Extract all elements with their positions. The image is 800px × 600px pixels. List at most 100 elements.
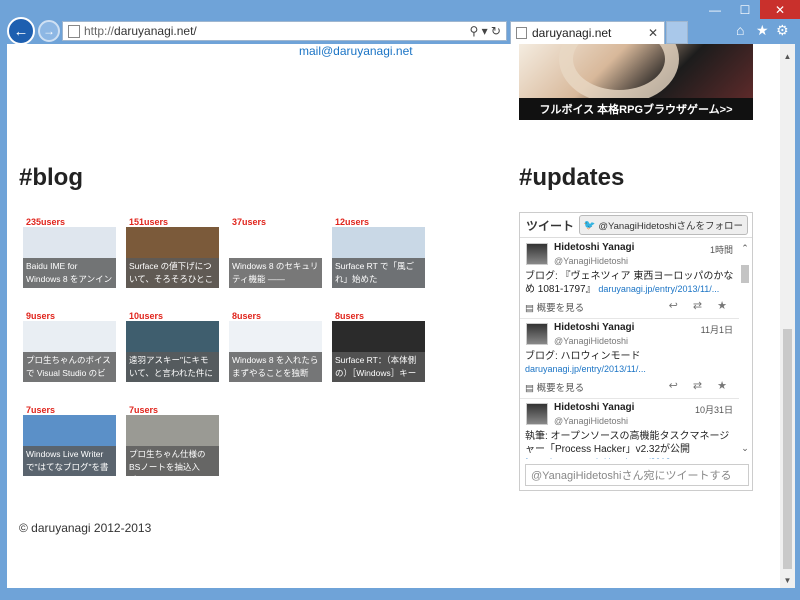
window-frame-right <box>795 44 800 600</box>
blog-post-thumb[interactable]: 7users プロ生ちゃん仕様のBSノートを抽込入手！ <box>126 406 219 476</box>
bookmark-count[interactable]: 37users <box>232 218 266 227</box>
widget-scrollbar[interactable]: ⌃ ⌄ <box>740 243 750 458</box>
widget-header: ツイート 🐦 @YanagiHidetoshiさんをフォロー <box>520 213 752 238</box>
bookmark-count[interactable]: 8users <box>335 312 364 321</box>
bookmark-count[interactable]: 8users <box>232 312 261 321</box>
tweet-body: ブログ: ハロウィンモード <box>525 351 641 362</box>
tweet-item[interactable]: Hidetoshi Yanagi @YanagiHidetoshi 10月31日執筆… <box>520 399 739 459</box>
settings-icon[interactable]: ⚙ <box>776 22 789 39</box>
bookmark-count[interactable]: 7users <box>26 406 55 415</box>
arrow-right-icon: → <box>43 24 55 38</box>
tweet-handle[interactable]: @YanagiHidetoshi <box>554 336 628 346</box>
minimize-button[interactable]: — <box>700 0 730 19</box>
scroll-down-arrow-icon[interactable]: ▼ <box>780 574 795 588</box>
avatar[interactable] <box>526 323 548 345</box>
banner-artwork <box>559 44 679 104</box>
avatar[interactable] <box>526 243 548 265</box>
tweet-link[interactable]: daruyanagi.jp/entry/2013/11/... <box>525 364 646 374</box>
post-caption[interactable]: Surface RT で「風ごれ」始めた <box>332 258 425 288</box>
tweet-author[interactable]: Hidetoshi Yanagi <box>554 242 634 253</box>
post-caption[interactable]: Surface RT：（本体側の）［Windows］キー <box>332 352 425 382</box>
bookmark-count[interactable]: 12users <box>335 218 369 227</box>
post-caption[interactable]: プロ生ちゃんのボイスで Visual Studio のビ <box>23 352 116 382</box>
tweet-text: ブログ: 『ヴェネツィア 東西ヨーロッパのかなめ 1081-1797』 daru… <box>525 270 735 296</box>
widget-scroll-thumb[interactable] <box>741 265 749 283</box>
tweet-item[interactable]: Hidetoshi Yanagi @YanagiHidetoshi 11月1日ブログ… <box>520 319 739 399</box>
search-refresh-controls[interactable]: ⚲ ▾ ↻ <box>469 24 501 38</box>
blog-post-thumb[interactable]: 12users Surface RT で「風ごれ」始めた <box>332 218 425 288</box>
tweet-time[interactable]: 10月31日 <box>695 403 733 416</box>
post-caption[interactable]: Baidu IME for Windows 8 をアンイン <box>23 258 116 288</box>
tweet-link[interactable]: daruyanagi.jp/entry/2013/11/... <box>598 284 719 294</box>
bookmark-count[interactable]: 7users <box>129 406 158 415</box>
scroll-up-icon[interactable]: ⌃ <box>740 243 750 254</box>
blog-post-thumb[interactable]: 8users Windows 8 を入れたらまずやることを独断 <box>229 312 322 382</box>
post-caption[interactable]: Windows 8 を入れたらまずやることを独断 <box>229 352 322 382</box>
tweet-body: 執筆: オープンソースの高機能タスクマネージャー「Process Hacker」… <box>525 431 730 455</box>
tweet-time[interactable]: 11月1日 <box>701 323 733 336</box>
tweet-link[interactable]: forest.impress.co.jp/docs/news/2013... <box>525 457 678 459</box>
back-button[interactable]: ← <box>7 17 35 45</box>
forward-button[interactable]: → <box>38 20 60 42</box>
post-caption[interactable]: Surface の値下げについて、そろそろひとこ <box>126 258 219 288</box>
blog-post-thumb[interactable]: 7users Windows Live Writer で"はてなブログ"を書 <box>23 406 116 476</box>
tweet-text: 執筆: オープンソースの高機能タスクマネージャー「Process Hacker」… <box>525 430 735 459</box>
page-content: mail@daruyanagi.net フルボイス 本格RPGブラウザゲーム>>… <box>7 44 780 600</box>
tweet-time[interactable]: 1時間 <box>710 243 733 256</box>
blog-post-thumb[interactable]: 8users Surface RT：（本体側の）［Windows］キー <box>332 312 425 382</box>
tweet-handle[interactable]: @YanagiHidetoshi <box>554 256 628 266</box>
close-window-button[interactable]: ✕ <box>760 0 800 19</box>
tweet-input[interactable]: @YanagiHidetoshiさん宛にツイートする <box>525 464 749 486</box>
maximize-button[interactable]: ☐ <box>730 0 760 19</box>
tweet-list[interactable]: Hidetoshi Yanagi @YanagiHidetoshi 1時間ブログ: … <box>520 239 739 459</box>
window-frame-bottom <box>0 588 800 600</box>
tweet-text: ブログ: ハロウィンモード daruyanagi.jp/entry/2013/1… <box>525 350 735 376</box>
tab-title: daruyanagi.net <box>532 26 612 40</box>
post-caption[interactable]: プロ生ちゃん仕様のBSノートを抽込入手！ <box>126 446 219 476</box>
bookmark-count[interactable]: 235users <box>26 218 65 227</box>
tab-close-icon[interactable]: ✕ <box>648 26 658 40</box>
post-caption[interactable]: Windows Live Writer で"はてなブログ"を書 <box>23 446 116 476</box>
ad-banner[interactable]: フルボイス 本格RPGブラウザゲーム>> <box>519 44 753 120</box>
avatar[interactable] <box>526 403 548 425</box>
page-scrollbar[interactable]: ▲ ▼ <box>780 44 795 588</box>
blog-post-thumb[interactable]: 37users Windows 8 のセキュリティ機能 ―― <box>229 218 322 288</box>
widget-title: ツイート <box>526 218 575 233</box>
mail-link[interactable]: mail@daruyanagi.net <box>299 44 413 58</box>
follow-label: @YanagiHidetoshiさんをフォロー <box>598 221 743 232</box>
arrow-left-icon: ← <box>13 22 29 40</box>
scroll-up-arrow-icon[interactable]: ▲ <box>780 50 795 64</box>
url-text[interactable]: http://daruyanagi.net/ <box>84 24 469 38</box>
address-bar[interactable]: http://daruyanagi.net/ ⚲ ▾ ↻ <box>62 21 507 41</box>
browser-chrome: ← → http://daruyanagi.net/ ⚲ ▾ ↻ daruyan… <box>0 0 800 45</box>
tweet-item[interactable]: Hidetoshi Yanagi @YanagiHidetoshi 1時間ブログ: … <box>520 239 739 319</box>
page-scroll-thumb[interactable] <box>783 329 792 569</box>
url-host: daruyanagi.net/ <box>114 24 197 38</box>
summary-link[interactable]: ▤ 概要を見る <box>525 380 584 394</box>
bookmark-count[interactable]: 9users <box>26 312 55 321</box>
post-caption[interactable]: Windows 8 のセキュリティ機能 ―― <box>229 258 322 288</box>
bookmark-count[interactable]: 10users <box>129 312 163 321</box>
summary-link[interactable]: ▤ 概要を見る <box>525 300 584 314</box>
blog-post-thumb[interactable]: 9users プロ生ちゃんのボイスで Visual Studio のビ <box>23 312 116 382</box>
scroll-down-icon[interactable]: ⌄ <box>740 443 750 454</box>
blog-post-thumb[interactable]: 10users 遠羽アスキー"にキモいて、と言われた件につい <box>126 312 219 382</box>
active-tab[interactable]: daruyanagi.net ✕ <box>510 21 665 44</box>
tweet-handle[interactable]: @YanagiHidetoshi <box>554 416 628 426</box>
twitter-bird-icon: 🐦 <box>583 219 596 231</box>
bookmark-count[interactable]: 151users <box>129 218 168 227</box>
follow-button[interactable]: 🐦 @YanagiHidetoshiさんをフォロー <box>578 215 748 235</box>
new-tab-button[interactable] <box>666 21 688 44</box>
tweet-actions[interactable]: ↩ ⇄ ★ <box>669 299 733 312</box>
url-scheme: http:// <box>84 24 115 38</box>
home-icon[interactable]: ⌂ <box>736 22 744 38</box>
tweet-actions[interactable]: ↩ ⇄ ★ <box>669 379 733 392</box>
blog-post-thumb[interactable]: 151users Surface の値下げについて、そろそろひとこ <box>126 218 219 288</box>
favorites-icon[interactable]: ★ <box>756 22 769 39</box>
page-icon <box>68 24 80 38</box>
window-frame-left <box>0 44 7 600</box>
post-caption[interactable]: 遠羽アスキー"にキモいて、と言われた件につい <box>126 352 219 382</box>
blog-post-thumb[interactable]: 235users Baidu IME for Windows 8 をアンイン <box>23 218 116 288</box>
tweet-author[interactable]: Hidetoshi Yanagi <box>554 322 634 333</box>
tweet-author[interactable]: Hidetoshi Yanagi <box>554 402 634 413</box>
